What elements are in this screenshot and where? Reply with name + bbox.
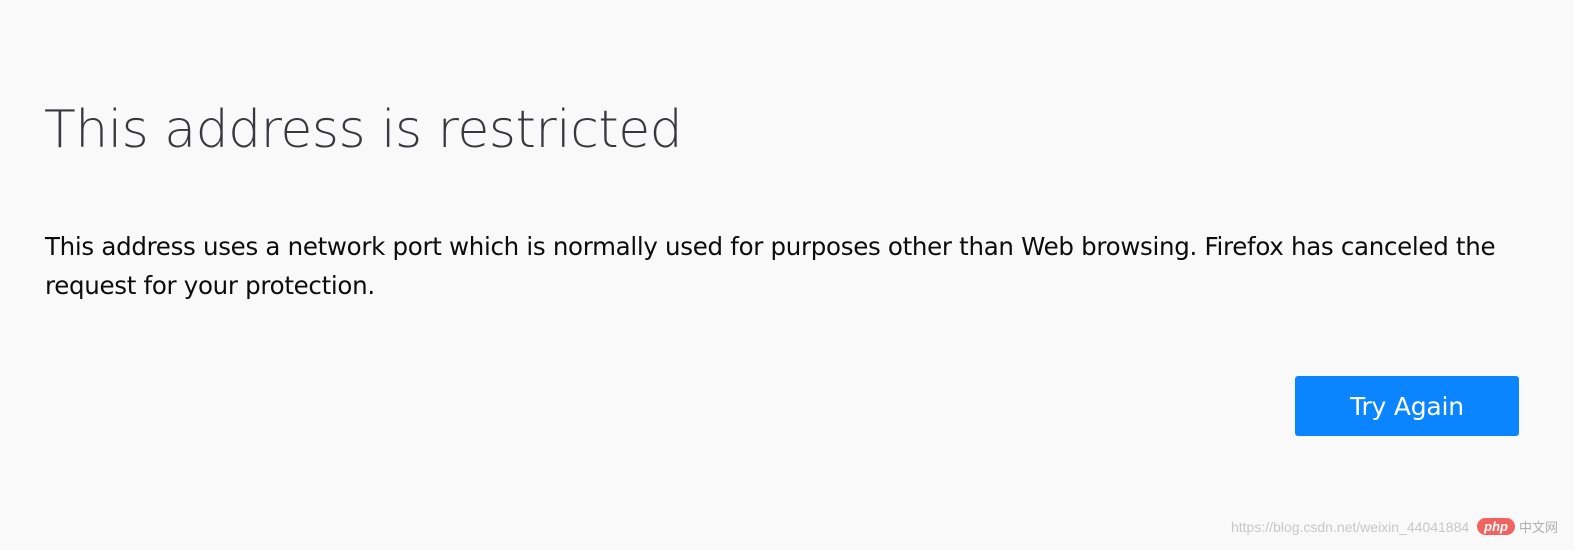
watermark-badge: php bbox=[1477, 518, 1515, 535]
watermark-url: https://blog.csdn.net/weixin_44041884 bbox=[1230, 518, 1470, 535]
watermark-cn-text: 中文网 bbox=[1518, 520, 1558, 535]
error-description: This address uses a network port which i… bbox=[45, 232, 1496, 300]
page-title: This address is restricted bbox=[44, 100, 683, 160]
try-again-button[interactable]: Try Again bbox=[1295, 376, 1519, 436]
watermark: https://blog.csdn.net/weixin_44041884 ph… bbox=[1231, 517, 1558, 536]
watermark-logo: php 中文网 bbox=[1477, 517, 1558, 536]
